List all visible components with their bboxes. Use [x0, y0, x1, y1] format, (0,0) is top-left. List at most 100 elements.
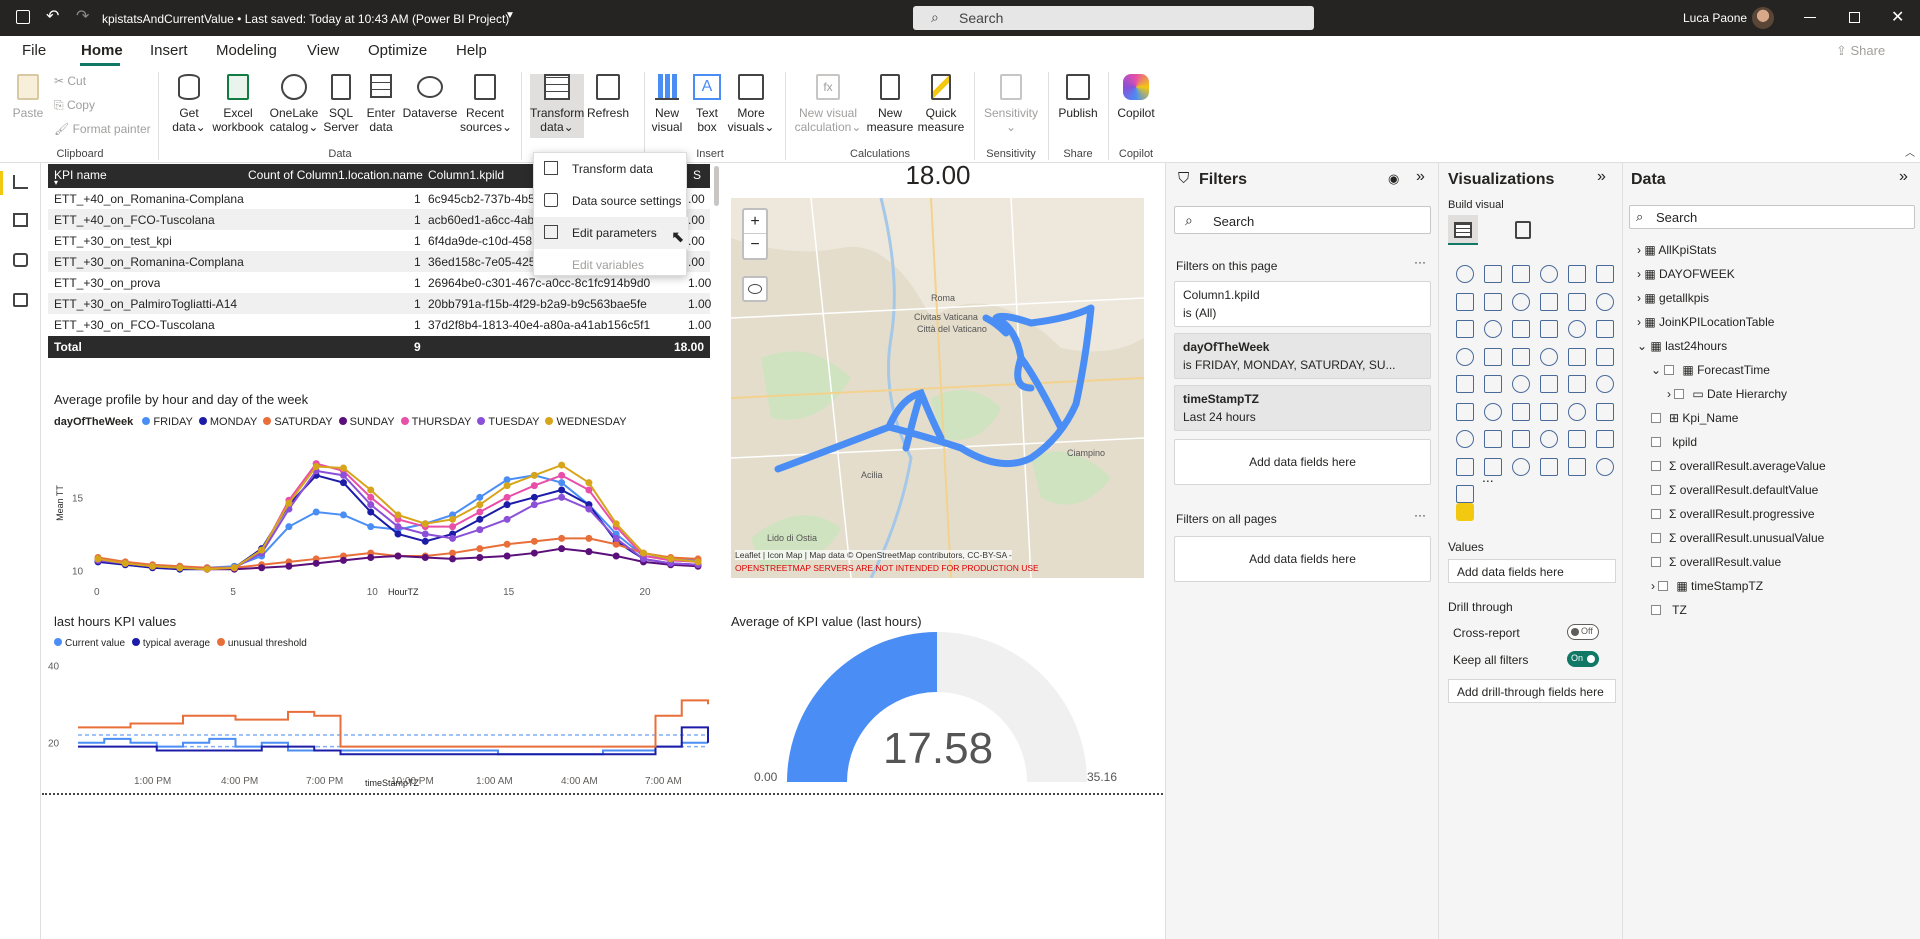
get-data-button[interactable]: Get data⌄ — [170, 74, 208, 134]
visual-type-icon[interactable] — [1596, 375, 1614, 393]
visual-type-icon[interactable] — [1456, 265, 1474, 283]
menu-help[interactable]: Help — [456, 42, 487, 59]
field-node[interactable]: Σ overallResult.progressive — [1651, 507, 1815, 521]
field-checkbox[interactable] — [1651, 485, 1661, 495]
field-checkbox[interactable] — [1664, 365, 1675, 375]
field-checkbox[interactable] — [1658, 581, 1669, 591]
field-node[interactable]: kpild — [1651, 435, 1697, 449]
report-view-icon[interactable] — [0, 171, 3, 195]
table-scrollbar[interactable] — [714, 166, 719, 206]
visual-type-icon[interactable] — [1456, 457, 1474, 476]
table-node[interactable]: › ▦ DAYOFWEEK — [1637, 267, 1735, 281]
recent-sources-button[interactable]: Recent sources⌄ — [460, 74, 512, 134]
collapse-viz-icon[interactable]: » — [1597, 168, 1606, 186]
visual-type-icon[interactable] — [1596, 292, 1614, 311]
visual-type-icon[interactable] — [1456, 430, 1474, 448]
dataverse-button[interactable]: Dataverse — [402, 74, 458, 120]
field-checkbox[interactable] — [1651, 509, 1661, 519]
search-box[interactable]: ⌕ Search — [913, 6, 1314, 30]
more-options-icon[interactable]: ··· — [1414, 255, 1426, 269]
filter-card-kpiid[interactable]: Column1.kpiId is (All) — [1174, 281, 1431, 327]
field-node[interactable]: Σ overallResult.defaultValue — [1651, 483, 1818, 497]
map-visual[interactable]: Civitas Vaticana Città del Vaticano Roma… — [731, 198, 1144, 578]
field-node[interactable]: › ▦ timeStampTZ — [1651, 579, 1763, 593]
zoom-in-button[interactable]: + — [744, 210, 766, 234]
add-drill-through-field[interactable]: Add drill-through fields here — [1448, 679, 1616, 703]
add-data-fields-page[interactable]: Add data fields here — [1174, 439, 1431, 485]
new-measure-button[interactable]: New measure — [866, 74, 914, 134]
data-search-input[interactable]: ⌕ Search — [1629, 205, 1915, 229]
visual-type-icon[interactable] — [1512, 430, 1530, 448]
table-view-icon[interactable] — [13, 213, 28, 227]
field-node[interactable]: › ▭ Date Hierarchy — [1667, 387, 1787, 401]
visual-type-icon[interactable] — [1596, 457, 1614, 476]
undo-icon[interactable]: ↶ — [46, 6, 59, 26]
visual-type-icon[interactable] — [1540, 430, 1558, 448]
visual-type-icon[interactable] — [1456, 292, 1474, 311]
map-attribution[interactable]: Leaflet | Icon Map | Map data © OpenStre… — [735, 550, 1012, 560]
profile-chart-visual[interactable]: Average profile by hour and day of the w… — [48, 388, 720, 606]
visual-type-icon[interactable] — [1568, 402, 1586, 421]
visual-type-icon[interactable] — [1512, 320, 1530, 338]
save-icon[interactable] — [16, 10, 30, 24]
build-visual-tab[interactable] — [1448, 215, 1478, 245]
visual-type-icon[interactable] — [1540, 292, 1558, 311]
column-header-s[interactable]: S — [693, 168, 701, 182]
cross-report-toggle[interactable]: Off — [1567, 624, 1599, 640]
table-node[interactable]: › ▦ AllKpiStats — [1637, 243, 1716, 257]
visual-type-icon[interactable] — [1456, 375, 1474, 393]
menu-view[interactable]: View — [307, 42, 339, 59]
field-node[interactable]: ⊞ Kpi_Name — [1651, 411, 1738, 425]
visual-type-icon[interactable] — [1512, 375, 1530, 393]
visual-type-icon[interactable] — [1596, 402, 1614, 421]
dropdown-edit-parameters[interactable]: Edit parameters ⬉ — [534, 217, 688, 249]
column-header-count[interactable]: Count of Column1.location.name — [248, 168, 423, 182]
visual-type-icon[interactable] — [1484, 265, 1502, 283]
visual-type-icon[interactable] — [1484, 320, 1502, 338]
eye-icon[interactable]: ◉ — [1388, 171, 1399, 187]
field-node[interactable]: TZ — [1651, 603, 1687, 617]
quick-measure-button[interactable]: Quick measure — [916, 74, 966, 134]
collapse-filters-icon[interactable]: » — [1416, 168, 1425, 186]
field-checkbox[interactable] — [1651, 437, 1661, 447]
visual-type-icon[interactable] — [1596, 320, 1614, 338]
more-options-icon[interactable]: ··· — [1414, 508, 1426, 522]
visual-type-icon[interactable] — [1512, 457, 1530, 476]
visual-type-icon[interactable] — [1568, 430, 1586, 448]
more-visuals-ellipsis[interactable]: ... — [1482, 469, 1494, 485]
add-data-fields-all[interactable]: Add data fields here — [1174, 536, 1431, 582]
transform-data-button[interactable]: Transform data⌄ — [530, 74, 584, 138]
enter-data-button[interactable]: Enter data — [362, 74, 400, 134]
lasso-button[interactable] — [742, 276, 768, 302]
menu-file[interactable]: File — [22, 42, 46, 59]
report-view-glyph[interactable] — [13, 175, 28, 189]
visual-type-icon[interactable] — [1596, 430, 1614, 448]
card-value[interactable]: 18.00 — [880, 160, 996, 191]
visual-type-icon[interactable] — [1568, 320, 1586, 338]
collapse-ribbon-icon[interactable]: ︿ — [1905, 144, 1915, 159]
visual-type-icon[interactable] — [1456, 320, 1474, 338]
menu-modeling[interactable]: Modeling — [216, 42, 277, 59]
field-checkbox[interactable] — [1651, 533, 1661, 543]
column-header-kpi-name[interactable]: KPI name — [54, 168, 107, 182]
filters-search-input[interactable]: ⌕ Search — [1174, 206, 1431, 234]
visual-type-icon[interactable] — [1484, 292, 1502, 311]
visual-type-icon[interactable] — [1456, 485, 1474, 503]
visual-type-icon[interactable] — [1596, 265, 1614, 283]
keep-all-filters-toggle[interactable]: On — [1567, 651, 1599, 667]
visual-type-icon[interactable] — [1568, 457, 1586, 476]
field-checkbox[interactable] — [1651, 413, 1661, 423]
new-visual-button[interactable]: New visual — [650, 74, 684, 134]
zoom-out-button[interactable]: − — [744, 234, 766, 258]
field-checkbox[interactable] — [1674, 389, 1685, 399]
visual-type-icon[interactable] — [1512, 292, 1530, 311]
visual-type-icon[interactable] — [1484, 402, 1502, 421]
collapse-data-icon[interactable]: » — [1899, 168, 1908, 186]
model-view-icon[interactable] — [13, 253, 28, 267]
gauge-visual[interactable]: Average of KPI value (last hours) 17.58 … — [731, 612, 1144, 796]
minimize-icon[interactable] — [1804, 17, 1816, 18]
excel-workbook-button[interactable]: Excel workbook — [210, 74, 266, 134]
visual-type-icon[interactable] — [1568, 375, 1586, 393]
menu-optimize[interactable]: Optimize — [368, 42, 427, 59]
copilot-button[interactable]: Copilot — [1114, 74, 1158, 120]
